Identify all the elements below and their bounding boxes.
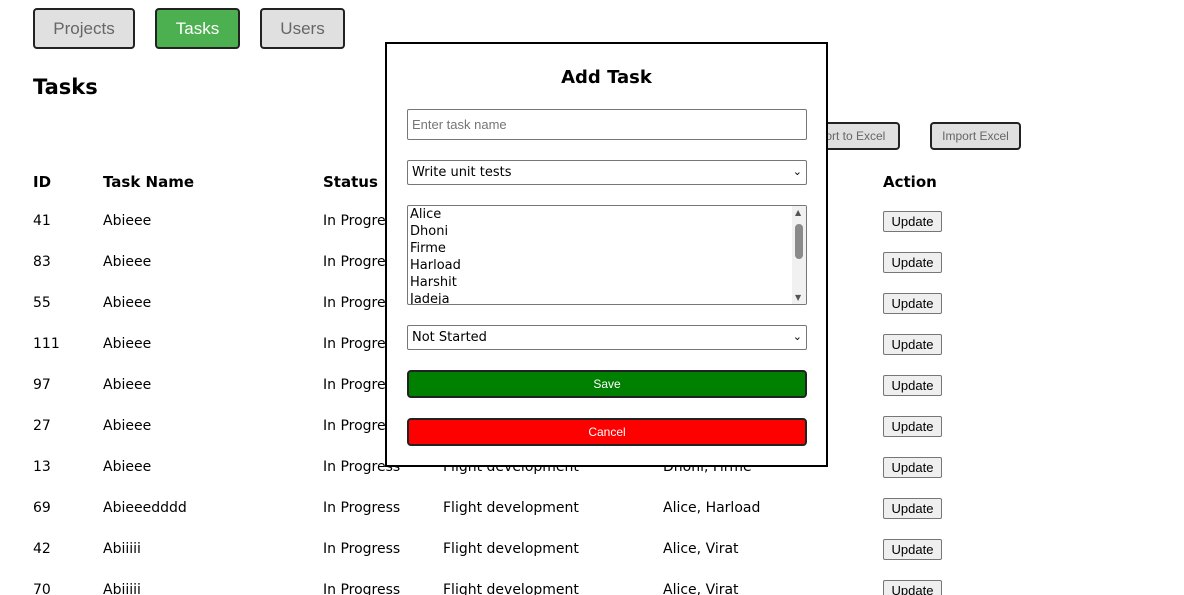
project-select-value: Write unit tests [412,165,512,180]
import-excel-button[interactable]: Import Excel [930,122,1021,150]
update-button[interactable]: Update [883,498,942,519]
task-name-cell: Abieee [103,213,152,229]
page-title: Tasks [33,75,98,99]
scroll-down-icon[interactable]: ▼ [795,293,801,302]
task-id-cell: 83 [33,254,51,270]
chevron-down-icon: ⌄ [792,330,802,343]
task-users-cell: Alice, Virat [663,541,739,557]
task-status-cell: In Progress [323,582,401,595]
user-option[interactable]: Alice [408,206,806,223]
task-name-cell: Abiiiii [103,541,141,557]
task-users-cell: Alice, Virat [663,582,739,595]
update-button[interactable]: Update [883,539,942,560]
add-task-modal: Add Task Write unit tests ⌄ AliceDhoniFi… [385,42,828,467]
task-id-cell: 55 [33,295,51,311]
column-header-id: ID [33,173,52,191]
chevron-down-icon: ⌄ [792,165,802,178]
task-project-cell: Flight development [443,541,579,557]
update-button[interactable]: Update [883,293,942,314]
task-id-cell: 41 [33,213,51,229]
update-button[interactable]: Update [883,211,942,232]
project-select[interactable]: Write unit tests ⌄ [407,160,807,185]
task-project-cell: Flight development [443,582,579,595]
task-id-cell: 70 [33,582,51,595]
task-id-cell: 69 [33,500,51,516]
task-id-cell: 111 [33,336,60,352]
tasks-page: Projects Tasks Users Tasks Export to Exc… [0,0,1184,595]
status-select-value: Not Started [412,330,487,345]
column-header-status: Status [323,173,378,191]
update-button[interactable]: Update [883,457,942,478]
user-option[interactable]: Harload [408,257,806,274]
task-users-cell: Alice, Harload [663,500,761,516]
cancel-button[interactable]: Cancel [407,418,807,446]
update-button[interactable]: Update [883,375,942,396]
task-name-cell: Abieee [103,295,152,311]
nav-users-button[interactable]: Users [260,8,345,49]
user-option[interactable]: Jadeja [408,291,806,304]
update-button[interactable]: Update [883,334,942,355]
user-option[interactable]: Harshit [408,274,806,291]
update-button[interactable]: Update [883,252,942,273]
task-id-cell: 42 [33,541,51,557]
scroll-thumb[interactable] [795,224,803,259]
column-header-action: Action [883,173,937,191]
update-button[interactable]: Update [883,580,942,595]
task-project-cell: Flight development [443,500,579,516]
task-name-cell: Abieee [103,336,152,352]
user-option[interactable]: Firme [408,240,806,257]
task-name-cell: Abieee [103,459,152,475]
task-name-input[interactable] [407,109,807,140]
status-select[interactable]: Not Started ⌄ [407,325,807,350]
modal-title: Add Task [561,67,652,88]
task-name-cell: Abiiiii [103,582,141,595]
nav-tasks-button[interactable]: Tasks [155,8,240,49]
task-status-cell: In Progress [323,500,401,516]
users-multiselect[interactable]: Alice Dhoni Firme Harload Harshit Jadeja ▲ ▼ [407,205,807,305]
column-header-task-name: Task Name [103,173,195,191]
task-name-cell: Abieee [103,377,152,393]
users-scrollbar[interactable]: ▲ ▼ [792,206,806,304]
task-name-cell: Abieeedddd [103,500,187,516]
scroll-up-icon[interactable]: ▲ [795,208,801,217]
nav-projects-button[interactable]: Projects [33,8,135,49]
task-name-cell: Abieee [103,418,152,434]
task-name-cell: Abieee [103,254,152,270]
task-status-cell: In Progress [323,541,401,557]
update-button[interactable]: Update [883,416,942,437]
user-option[interactable]: Dhoni [408,223,806,240]
task-id-cell: 27 [33,418,51,434]
task-id-cell: 13 [33,459,51,475]
task-id-cell: 97 [33,377,51,393]
save-button[interactable]: Save [407,370,807,398]
